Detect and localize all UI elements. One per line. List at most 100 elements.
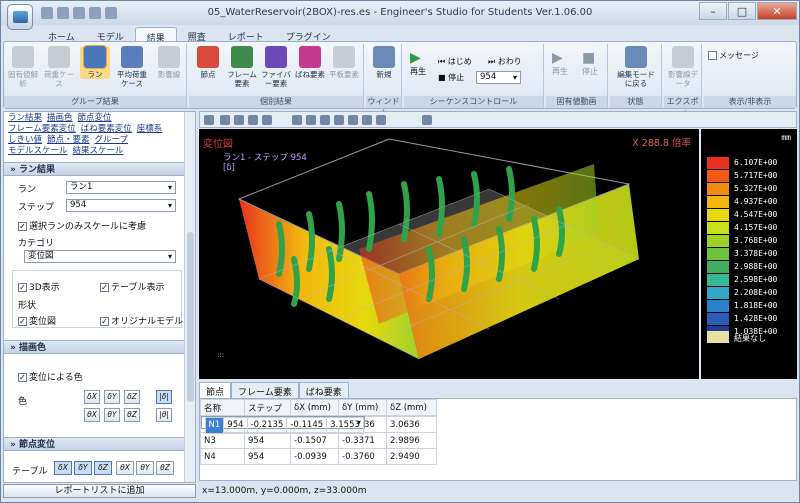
table-cell[interactable]: -0.1507 — [290, 432, 339, 449]
eigen-button[interactable]: 固有値解析 — [8, 46, 38, 88]
table-row[interactable]: N3 954 -0.1507 -0.3371 2.9896 — [200, 432, 437, 449]
select-icon[interactable] — [422, 115, 432, 125]
disp-shape-option[interactable]: ✓ 変位図 — [18, 314, 56, 327]
table-cell[interactable]: -0.3371 — [338, 432, 387, 449]
table-cell[interactable]: 3.1553 — [326, 417, 364, 434]
table-cell[interactable]: -0.2135 — [246, 417, 288, 434]
cube-view-icon[interactable] — [204, 115, 214, 125]
orig-model-option[interactable]: ✓ オリジナルモデル — [100, 314, 183, 327]
color-dx-button[interactable]: δX — [84, 390, 100, 404]
table-cell[interactable]: 3.0636 — [386, 416, 437, 433]
table-dy-button[interactable]: δY — [74, 461, 92, 475]
table-tx-button[interactable]: θX — [116, 461, 134, 475]
play-button[interactable]: ▶ 再生 — [410, 50, 426, 77]
link-model-scale[interactable]: モデルスケール — [8, 146, 68, 156]
run-button[interactable]: ラン — [80, 45, 110, 79]
maximize-button[interactable]: □ — [728, 2, 756, 20]
zoom-in-icon[interactable] — [320, 115, 330, 125]
color-tz-button[interactable]: θZ — [124, 408, 140, 422]
disp-shape-checkbox[interactable]: ✓ — [18, 317, 27, 326]
orig-model-checkbox[interactable]: ✓ — [100, 317, 109, 326]
node-disp-section-header[interactable]: » 節点変位 — [4, 437, 184, 451]
node-button[interactable]: 節点 — [193, 46, 223, 79]
column-header[interactable]: δX (mm) — [290, 399, 339, 416]
link-result-scale[interactable]: 結果スケール — [73, 146, 124, 156]
column-header[interactable]: δZ (mm) — [386, 399, 437, 416]
step-field[interactable]: 954 — [66, 199, 176, 212]
table-cell[interactable]: 2.9490 — [386, 448, 437, 465]
color-tx-button[interactable]: θX — [84, 408, 100, 422]
message-checkbox[interactable] — [708, 51, 717, 60]
scale-only-option[interactable]: ✓ 選択ランのみスケールに考慮 — [18, 219, 146, 232]
eigen-play-button[interactable]: ▶ 再生 — [552, 50, 568, 77]
reset-icon[interactable] — [376, 115, 386, 125]
color-ty-button[interactable]: θY — [104, 408, 120, 422]
show3d-checkbox[interactable]: ✓ — [18, 283, 27, 292]
side-view-icon[interactable] — [234, 115, 244, 125]
color-by-disp-checkbox[interactable]: ✓ — [18, 373, 27, 382]
color-dabs-button[interactable]: |δ| — [156, 390, 172, 404]
color-dy-button[interactable]: δY — [104, 390, 120, 404]
front-view-icon[interactable] — [220, 115, 230, 125]
pan-icon[interactable] — [362, 115, 372, 125]
frame-element-button[interactable]: フレーム要素 — [227, 46, 257, 88]
table-cell[interactable]: 954 — [244, 432, 291, 449]
table-cell[interactable]: -0.1145 — [286, 417, 328, 434]
iso-view-icon[interactable] — [262, 115, 272, 125]
table-cell[interactable]: N3 — [200, 432, 245, 449]
top-view-icon[interactable] — [248, 115, 258, 125]
scroll-thumb[interactable] — [187, 232, 194, 402]
scale-only-checkbox[interactable]: ✓ — [18, 222, 27, 231]
link-group[interactable]: グループ — [95, 135, 129, 145]
color-tabs-button[interactable]: |θ| — [156, 408, 172, 422]
load-case-button[interactable]: 荷重ケース — [44, 46, 74, 88]
step-input[interactable]: 954 — [476, 71, 521, 84]
avg-load-case-button[interactable]: 平均荷重ケース — [114, 46, 150, 88]
stop-button[interactable]: ■ 停止 — [438, 72, 464, 83]
link-frame-disp[interactable]: フレーム要素変位 — [8, 124, 76, 134]
new-window-button[interactable]: 新規 — [369, 46, 399, 79]
rotate-icon[interactable] — [348, 115, 358, 125]
link-threshold[interactable]: しきい値 — [8, 135, 42, 145]
run-select[interactable]: ラン1 — [66, 181, 176, 194]
close-button[interactable]: ✕ — [757, 2, 797, 20]
table-cell[interactable]: -0.0939 — [290, 448, 339, 465]
column-header[interactable]: 名称 — [200, 399, 245, 416]
table-tz-button[interactable]: θZ — [156, 461, 174, 475]
table-cell[interactable]: 2.9896 — [386, 432, 437, 449]
influence-line-button[interactable]: 影響線 — [154, 46, 184, 79]
table-cell[interactable]: N4 — [200, 448, 245, 465]
influence-data-button[interactable]: 影響線データ — [668, 46, 698, 88]
table-cell[interactable]: -0.3760 — [338, 448, 387, 465]
edit-mode-button[interactable]: 編集モードに戻る — [616, 46, 656, 88]
add-to-report-button[interactable]: レポートリストに追加 — [3, 484, 196, 498]
color-dz-button[interactable]: δZ — [124, 390, 140, 404]
table-show-option[interactable]: ✓ テーブル表示 — [100, 280, 164, 293]
message-toggle[interactable]: メッセージ — [708, 50, 759, 61]
link-run-results[interactable]: ラン結果 — [8, 113, 42, 123]
table-show-checkbox[interactable]: ✓ — [100, 283, 109, 292]
link-draw-color[interactable]: 描画色 — [47, 113, 73, 123]
table-dx-button[interactable]: δX — [54, 461, 72, 475]
column-header[interactable]: ステップ — [244, 399, 291, 416]
zoom-out-icon[interactable] — [306, 115, 316, 125]
last-button[interactable]: ⏭ おわり — [488, 56, 522, 67]
minimize-button[interactable]: – — [699, 2, 727, 20]
link-node-element[interactable]: 節点・要素 — [47, 135, 90, 145]
plate-element-button[interactable]: 平板要素 — [329, 46, 359, 79]
column-header[interactable]: δY (mm) — [338, 399, 387, 416]
table-row[interactable]: N1 954 -0.2135 -0.1145 3.1553 — [200, 416, 365, 434]
link-spring-disp[interactable]: ばね要素変位 — [81, 124, 132, 134]
color-section-header[interactable]: » 描画色 — [4, 340, 184, 354]
link-coord[interactable]: 座標系 — [137, 124, 163, 134]
left-panel-scrollbar[interactable] — [184, 112, 195, 482]
zoom-window-icon[interactable] — [292, 115, 302, 125]
link-node-disp[interactable]: 節点変位 — [78, 113, 112, 123]
fit-icon[interactable] — [334, 115, 344, 125]
run-section-header[interactable]: » ラン結果 — [4, 162, 184, 176]
color-by-disp-option[interactable]: ✓ 変位による色 — [18, 370, 83, 383]
3d-viewport[interactable]: ::: 変位図 ラン1 - ステップ 954 [δ] X 288.8 倍率 — [199, 129, 699, 379]
fiber-element-button[interactable]: ファイバー要素 — [261, 46, 291, 88]
category-select[interactable]: 変位図 — [24, 250, 176, 263]
table-cell[interactable]: 954 — [223, 417, 248, 434]
